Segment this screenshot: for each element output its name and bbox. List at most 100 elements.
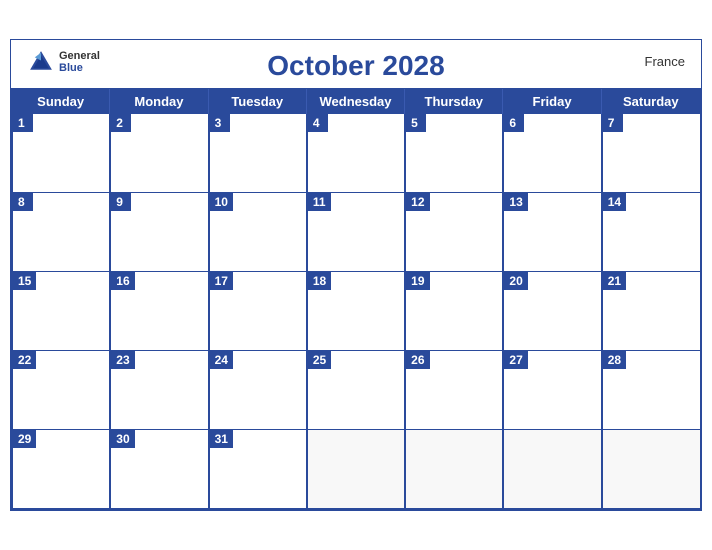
logo: General Blue bbox=[27, 48, 100, 76]
day-number: 14 bbox=[603, 193, 626, 211]
day-number: 12 bbox=[406, 193, 429, 211]
day-content bbox=[13, 290, 109, 350]
day-content bbox=[504, 132, 600, 192]
day-number: 18 bbox=[308, 272, 331, 290]
logo-blue: Blue bbox=[59, 62, 100, 74]
day-cell: 16 bbox=[110, 272, 208, 351]
days-header: SundayMondayTuesdayWednesdayThursdayFrid… bbox=[12, 89, 700, 114]
calendar-grid: 1234567891011121314151617181920212223242… bbox=[12, 114, 700, 509]
day-number: 13 bbox=[504, 193, 527, 211]
calendar: General Blue October 2028 France SundayM… bbox=[10, 39, 702, 511]
day-cell: 18 bbox=[307, 272, 405, 351]
day-header-sunday: Sunday bbox=[12, 89, 110, 114]
day-number: 20 bbox=[504, 272, 527, 290]
day-content bbox=[210, 369, 306, 429]
day-cell: 9 bbox=[110, 193, 208, 272]
month-title: October 2028 bbox=[267, 50, 444, 82]
day-number: 29 bbox=[13, 430, 36, 448]
day-content bbox=[504, 290, 600, 350]
day-cell bbox=[602, 430, 700, 509]
day-cell: 21 bbox=[602, 272, 700, 351]
day-number: 10 bbox=[210, 193, 233, 211]
day-cell: 8 bbox=[12, 193, 110, 272]
day-cell: 29 bbox=[12, 430, 110, 509]
day-cell: 1 bbox=[12, 114, 110, 193]
day-number: 8 bbox=[13, 193, 33, 211]
day-content bbox=[308, 290, 404, 350]
day-cell bbox=[307, 430, 405, 509]
day-number: 3 bbox=[210, 114, 230, 132]
day-number: 31 bbox=[210, 430, 233, 448]
day-cell: 22 bbox=[12, 351, 110, 430]
day-header-friday: Friday bbox=[503, 89, 601, 114]
day-number: 21 bbox=[603, 272, 626, 290]
day-content bbox=[603, 290, 700, 350]
day-number: 15 bbox=[13, 272, 36, 290]
day-number: 9 bbox=[111, 193, 131, 211]
day-content bbox=[603, 132, 700, 192]
day-content bbox=[111, 132, 207, 192]
day-number: 30 bbox=[111, 430, 134, 448]
day-content bbox=[111, 448, 207, 508]
day-cell bbox=[405, 430, 503, 509]
day-content bbox=[210, 132, 306, 192]
day-content bbox=[308, 211, 404, 271]
day-number: 4 bbox=[308, 114, 328, 132]
day-number: 28 bbox=[603, 351, 626, 369]
day-content bbox=[210, 290, 306, 350]
day-number: 23 bbox=[111, 351, 134, 369]
day-cell: 4 bbox=[307, 114, 405, 193]
logo-icon bbox=[27, 48, 55, 76]
day-number: 5 bbox=[406, 114, 426, 132]
day-cell: 6 bbox=[503, 114, 601, 193]
day-content bbox=[210, 448, 306, 508]
calendar-header: General Blue October 2028 France bbox=[11, 40, 701, 88]
day-cell: 12 bbox=[405, 193, 503, 272]
day-cell: 3 bbox=[209, 114, 307, 193]
day-cell: 27 bbox=[503, 351, 601, 430]
day-number: 25 bbox=[308, 351, 331, 369]
days-header-wrapper: SundayMondayTuesdayWednesdayThursdayFrid… bbox=[11, 88, 701, 114]
day-number: 27 bbox=[504, 351, 527, 369]
day-number: 26 bbox=[406, 351, 429, 369]
day-cell: 14 bbox=[602, 193, 700, 272]
calendar-grid-wrapper: 1234567891011121314151617181920212223242… bbox=[11, 114, 701, 510]
logo-general: General bbox=[59, 50, 100, 62]
day-cell: 19 bbox=[405, 272, 503, 351]
day-content bbox=[13, 369, 109, 429]
day-cell bbox=[503, 430, 601, 509]
day-cell: 15 bbox=[12, 272, 110, 351]
logo-text: General Blue bbox=[59, 50, 100, 74]
day-content bbox=[111, 290, 207, 350]
day-number: 19 bbox=[406, 272, 429, 290]
day-header-tuesday: Tuesday bbox=[209, 89, 307, 114]
day-number: 7 bbox=[603, 114, 623, 132]
day-cell: 31 bbox=[209, 430, 307, 509]
day-cell: 13 bbox=[503, 193, 601, 272]
day-content bbox=[210, 211, 306, 271]
day-content bbox=[406, 211, 502, 271]
day-content bbox=[13, 211, 109, 271]
day-cell: 7 bbox=[602, 114, 700, 193]
day-number: 17 bbox=[210, 272, 233, 290]
day-header-monday: Monday bbox=[110, 89, 208, 114]
day-content bbox=[406, 290, 502, 350]
day-number: 24 bbox=[210, 351, 233, 369]
day-number: 22 bbox=[13, 351, 36, 369]
day-content bbox=[13, 448, 109, 508]
day-cell: 20 bbox=[503, 272, 601, 351]
day-content bbox=[308, 132, 404, 192]
day-number: 11 bbox=[308, 193, 331, 211]
day-cell: 24 bbox=[209, 351, 307, 430]
day-cell: 30 bbox=[110, 430, 208, 509]
day-content bbox=[111, 211, 207, 271]
day-cell: 28 bbox=[602, 351, 700, 430]
day-cell: 2 bbox=[110, 114, 208, 193]
day-content bbox=[603, 369, 700, 429]
day-content bbox=[406, 369, 502, 429]
day-content bbox=[308, 369, 404, 429]
day-content bbox=[504, 369, 600, 429]
day-cell: 17 bbox=[209, 272, 307, 351]
day-cell: 23 bbox=[110, 351, 208, 430]
day-cell: 5 bbox=[405, 114, 503, 193]
